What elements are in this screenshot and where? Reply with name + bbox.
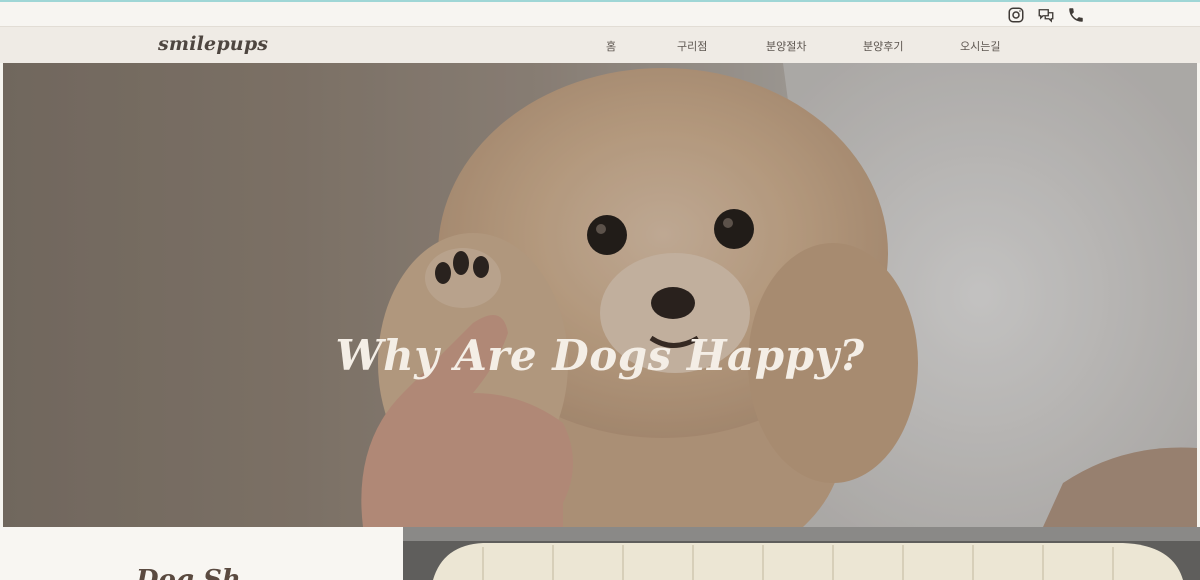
section-photo xyxy=(403,527,1200,580)
main-nav: smilepups 홈 구리점 분양절차 분양후기 오시는길 xyxy=(0,26,1200,63)
hero-banner: Why Are Dogs Happy? xyxy=(3,63,1197,527)
chat-icon[interactable] xyxy=(1036,5,1056,25)
nav-item-adoption-process[interactable]: 분양절차 xyxy=(766,38,806,54)
top-utility-bar xyxy=(0,0,1200,26)
hero-overlay xyxy=(3,63,1197,527)
hero-title: Why Are Dogs Happy? xyxy=(335,331,865,380)
section-image xyxy=(403,527,1200,580)
section-heading: Dog Sh xyxy=(136,565,241,580)
nav-item-guri-branch[interactable]: 구리점 xyxy=(677,38,707,54)
instagram-icon[interactable] xyxy=(1006,5,1026,25)
nav-item-directions[interactable]: 오시는길 xyxy=(960,38,1000,54)
page: smilepups 홈 구리점 분양절차 분양후기 오시는길 Why Are D… xyxy=(0,0,1200,580)
phone-icon[interactable] xyxy=(1066,5,1086,25)
site-logo[interactable]: smilepups xyxy=(158,33,268,55)
social-icons xyxy=(1006,5,1086,25)
section-intro-panel: Dog Sh xyxy=(0,527,403,580)
nav-item-home[interactable]: 홈 xyxy=(606,38,616,54)
nav-item-adoption-reviews[interactable]: 분양후기 xyxy=(863,38,903,54)
